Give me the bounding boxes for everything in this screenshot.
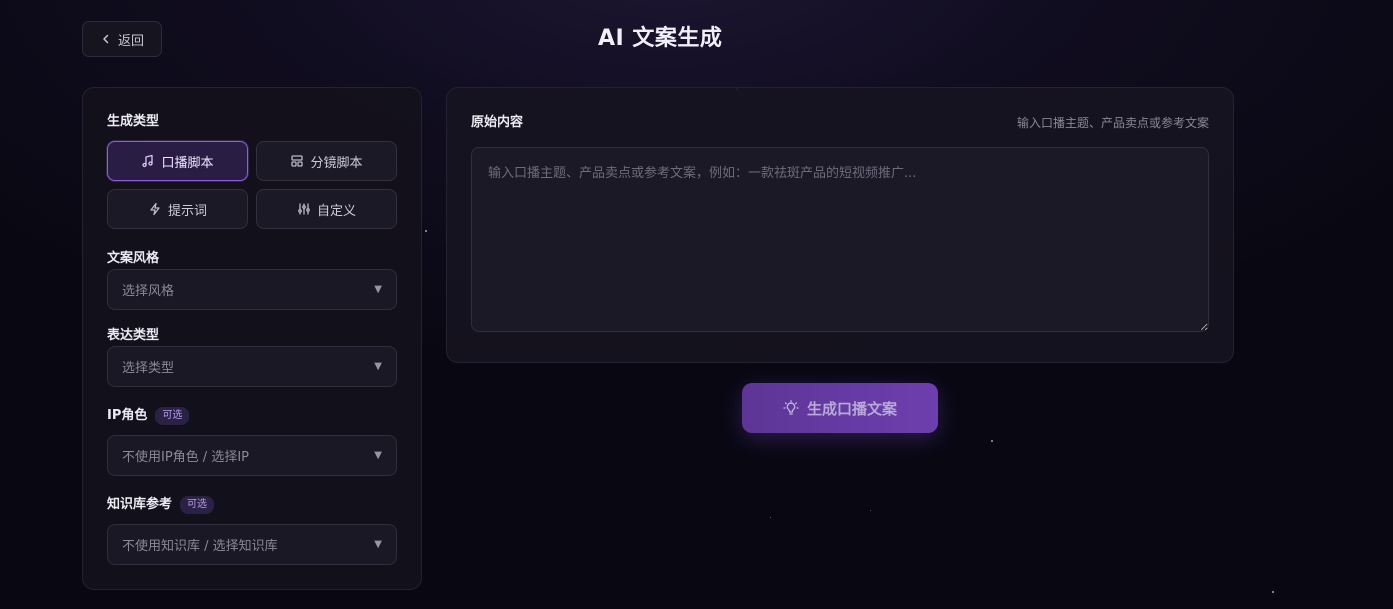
background-star [770, 517, 771, 518]
page-title: AI 文案生成 [598, 26, 723, 51]
dropdown-arrow-icon: ▼ [374, 361, 382, 372]
style-label: 文案风格 [107, 251, 160, 266]
style-select-value: 选择风格 [122, 284, 175, 299]
chevron-left-icon [103, 34, 109, 44]
type-option-label: 口播脚本 [161, 154, 214, 170]
content-textarea[interactable] [471, 147, 1209, 332]
generate-button[interactable]: 生成口播文案 [742, 383, 938, 433]
storyboard-icon [291, 155, 304, 167]
background-star [870, 510, 871, 511]
generate-button-label: 生成口播文案 [806, 399, 897, 418]
generation-type-label: 生成类型 [107, 114, 160, 129]
knowledge-select[interactable]: 不使用知识库 / 选择知识库 ▼ [107, 524, 397, 565]
background-star [991, 440, 993, 442]
lightbulb-icon [783, 400, 799, 415]
expression-label: 表达类型 [107, 328, 160, 343]
content-hint: 输入口播主题、产品卖点或参考文案 [1016, 116, 1209, 130]
ip-role-select-value: 不使用IP角色 / 选择IP [122, 450, 249, 465]
content-panel: 原始内容 输入口播主题、产品卖点或参考文案 [446, 87, 1234, 363]
ip-role-select[interactable]: 不使用IP角色 / 选择IP ▼ [107, 435, 397, 476]
content-label: 原始内容 [471, 115, 524, 130]
background-star [425, 230, 427, 232]
type-option-label: 提示词 [167, 202, 207, 218]
lightning-icon [150, 202, 160, 216]
background-star [1272, 591, 1274, 593]
back-button[interactable]: 返回 [82, 21, 162, 57]
music-note-icon [142, 154, 154, 168]
type-option-label: 分镜脚本 [310, 154, 363, 170]
type-option-custom[interactable]: 自定义 [256, 189, 397, 229]
expression-select[interactable]: 选择类型 ▼ [107, 346, 397, 387]
optional-badge: 可选 [155, 407, 190, 425]
back-button-label: 返回 [117, 32, 144, 48]
dropdown-arrow-icon: ▼ [374, 284, 382, 295]
config-panel: 生成类型 口播脚本 分镜脚本 提示词 自定义 文案风格 选择风格 ▼ 表达类型 … [82, 87, 422, 590]
knowledge-select-value: 不使用知识库 / 选择知识库 [122, 539, 278, 554]
ip-role-label: IP角色 可选 [107, 407, 190, 425]
knowledge-label: 知识库参考 可选 [107, 496, 215, 514]
sliders-icon [298, 203, 310, 215]
type-option-label: 自定义 [316, 202, 356, 218]
type-option-storyboard[interactable]: 分镜脚本 [256, 141, 397, 181]
type-option-prompt[interactable]: 提示词 [107, 189, 248, 229]
expression-select-value: 选择类型 [122, 361, 175, 376]
type-option-voiceover[interactable]: 口播脚本 [107, 141, 248, 181]
dropdown-arrow-icon: ▼ [374, 450, 382, 461]
dropdown-arrow-icon: ▼ [374, 539, 382, 550]
style-select[interactable]: 选择风格 ▼ [107, 269, 397, 310]
optional-badge: 可选 [180, 496, 215, 514]
